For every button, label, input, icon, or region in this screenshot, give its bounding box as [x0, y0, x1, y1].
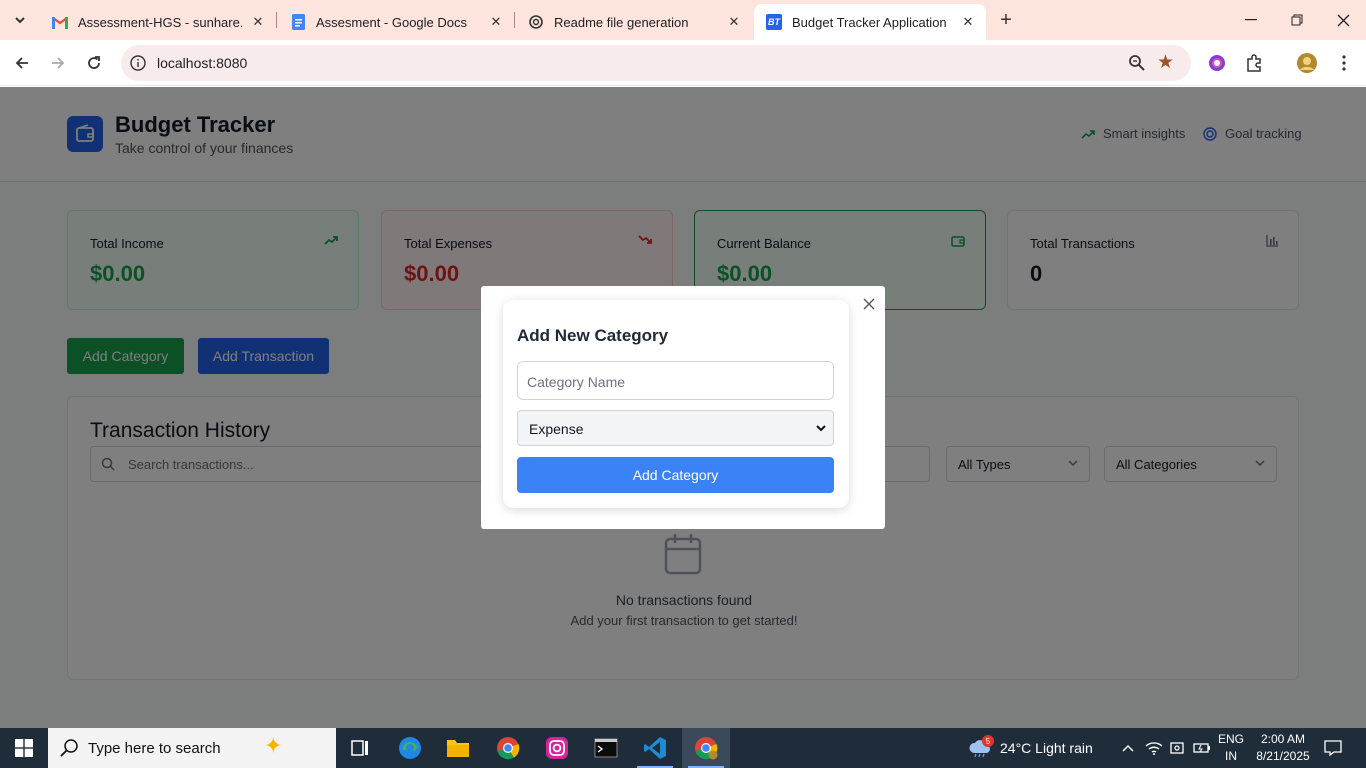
chrome-active-icon[interactable] [682, 728, 730, 768]
category-name-placeholder: Category Name [527, 374, 626, 390]
chevron-down-icon [815, 422, 827, 434]
browser-tab-bar: Assessment-HGS - sunhare.p.2 ✕ Assesment… [0, 0, 1366, 40]
address-bar[interactable]: localhost:8080 ★ [121, 45, 1191, 81]
taskbar-search-placeholder: Type here to search [88, 740, 221, 757]
tab-readme[interactable]: Readme file generation ✕ [516, 4, 752, 40]
show-hidden-icons-chevron-icon[interactable] [1121, 728, 1135, 768]
extension-color-icon[interactable] [1206, 52, 1228, 74]
close-icon[interactable]: ✕ [726, 14, 742, 30]
gmail-icon [52, 14, 68, 30]
category-type-select[interactable]: Expense [517, 410, 834, 446]
bt-icon: BT [766, 14, 782, 30]
input-language-indicator[interactable]: ENG IN [1218, 731, 1244, 765]
clock-time: 2:00 AM [1260, 732, 1306, 746]
close-window-icon[interactable] [1320, 0, 1366, 40]
browser-toolbar: localhost:8080 ★ [0, 40, 1366, 86]
category-name-input[interactable]: Category Name [517, 361, 834, 400]
language-code: ENG [1218, 732, 1245, 746]
new-tab-icon[interactable]: + [994, 8, 1018, 32]
instagram-icon[interactable] [533, 728, 581, 768]
tab-gmail[interactable]: Assessment-HGS - sunhare.p.2 ✕ [40, 4, 276, 40]
file-explorer-icon[interactable] [434, 728, 482, 768]
close-icon[interactable]: ✕ [488, 14, 504, 30]
category-type-value: Expense [529, 421, 584, 437]
close-icon[interactable]: ✕ [250, 14, 266, 30]
restore-icon[interactable] [1274, 0, 1320, 40]
modal-title: Add New Category [517, 326, 669, 345]
tab-title: Assessment-HGS - sunhare.p.2 [78, 14, 242, 30]
task-view-icon[interactable] [336, 728, 384, 768]
minimize-icon[interactable] [1228, 0, 1274, 40]
zoom-icon[interactable] [1127, 53, 1147, 73]
tab-title: Readme file generation [554, 14, 689, 30]
back-icon[interactable] [10, 51, 34, 75]
windows-taskbar: Type here to search ✦ 24°C Light rain 5 [0, 728, 1366, 768]
tab-budget-tracker[interactable]: BT Budget Tracker Application ✕ [754, 4, 986, 40]
clock-date: 8/21/2025 [1256, 749, 1310, 763]
search-highlight-sparkle-icon: ✦ [264, 733, 283, 758]
weather-text: 24°C Light rain [1000, 740, 1093, 756]
tab-search-chevron-icon[interactable] [8, 8, 32, 32]
tab-title: Assesment - Google Docs [316, 14, 468, 30]
windows-start-icon[interactable] [0, 728, 48, 768]
region-code: IN [1225, 749, 1237, 763]
wifi-icon[interactable] [1145, 728, 1163, 768]
battery-icon[interactable] [1193, 728, 1211, 768]
chatgpt-icon [528, 14, 544, 30]
tab-divider [514, 12, 515, 28]
bookmark-star-icon[interactable]: ★ [1157, 51, 1174, 74]
reload-icon[interactable] [82, 51, 106, 75]
url-text: localhost:8080 [157, 55, 248, 71]
docs-icon [290, 14, 306, 30]
chrome-icon[interactable] [484, 728, 532, 768]
close-icon[interactable]: ✕ [960, 14, 976, 30]
taskbar-search-box[interactable]: Type here to search ✦ [48, 728, 336, 768]
search-icon [60, 738, 80, 758]
close-icon[interactable] [861, 296, 877, 312]
site-info-icon[interactable] [129, 54, 147, 72]
forward-icon[interactable] [46, 51, 70, 75]
volume-icon[interactable] [1169, 728, 1185, 768]
extensions-puzzle-icon[interactable] [1243, 52, 1265, 74]
weather-widget[interactable]: 24°C Light rain [968, 728, 1093, 768]
add-category-form: Add New Category Category Name Expense A… [503, 300, 849, 508]
browser-menu-icon[interactable] [1333, 52, 1355, 74]
system-clock[interactable]: 2:00 AM 8/21/2025 [1252, 731, 1314, 765]
notifications-icon[interactable] [1324, 728, 1342, 768]
weather-alert-badge: 5 [982, 735, 994, 747]
vscode-icon[interactable] [631, 728, 679, 768]
profile-avatar-icon[interactable] [1296, 52, 1318, 74]
add-category-modal: Add New Category Category Name Expense A… [481, 286, 885, 529]
edge-browser-icon[interactable] [386, 728, 434, 768]
submit-add-category-button[interactable]: Add Category [517, 457, 834, 493]
tab-title: Budget Tracker Application [792, 14, 947, 30]
tab-divider [276, 12, 277, 28]
tab-google-docs[interactable]: Assesment - Google Docs ✕ [278, 4, 514, 40]
terminal-icon[interactable] [582, 728, 630, 768]
